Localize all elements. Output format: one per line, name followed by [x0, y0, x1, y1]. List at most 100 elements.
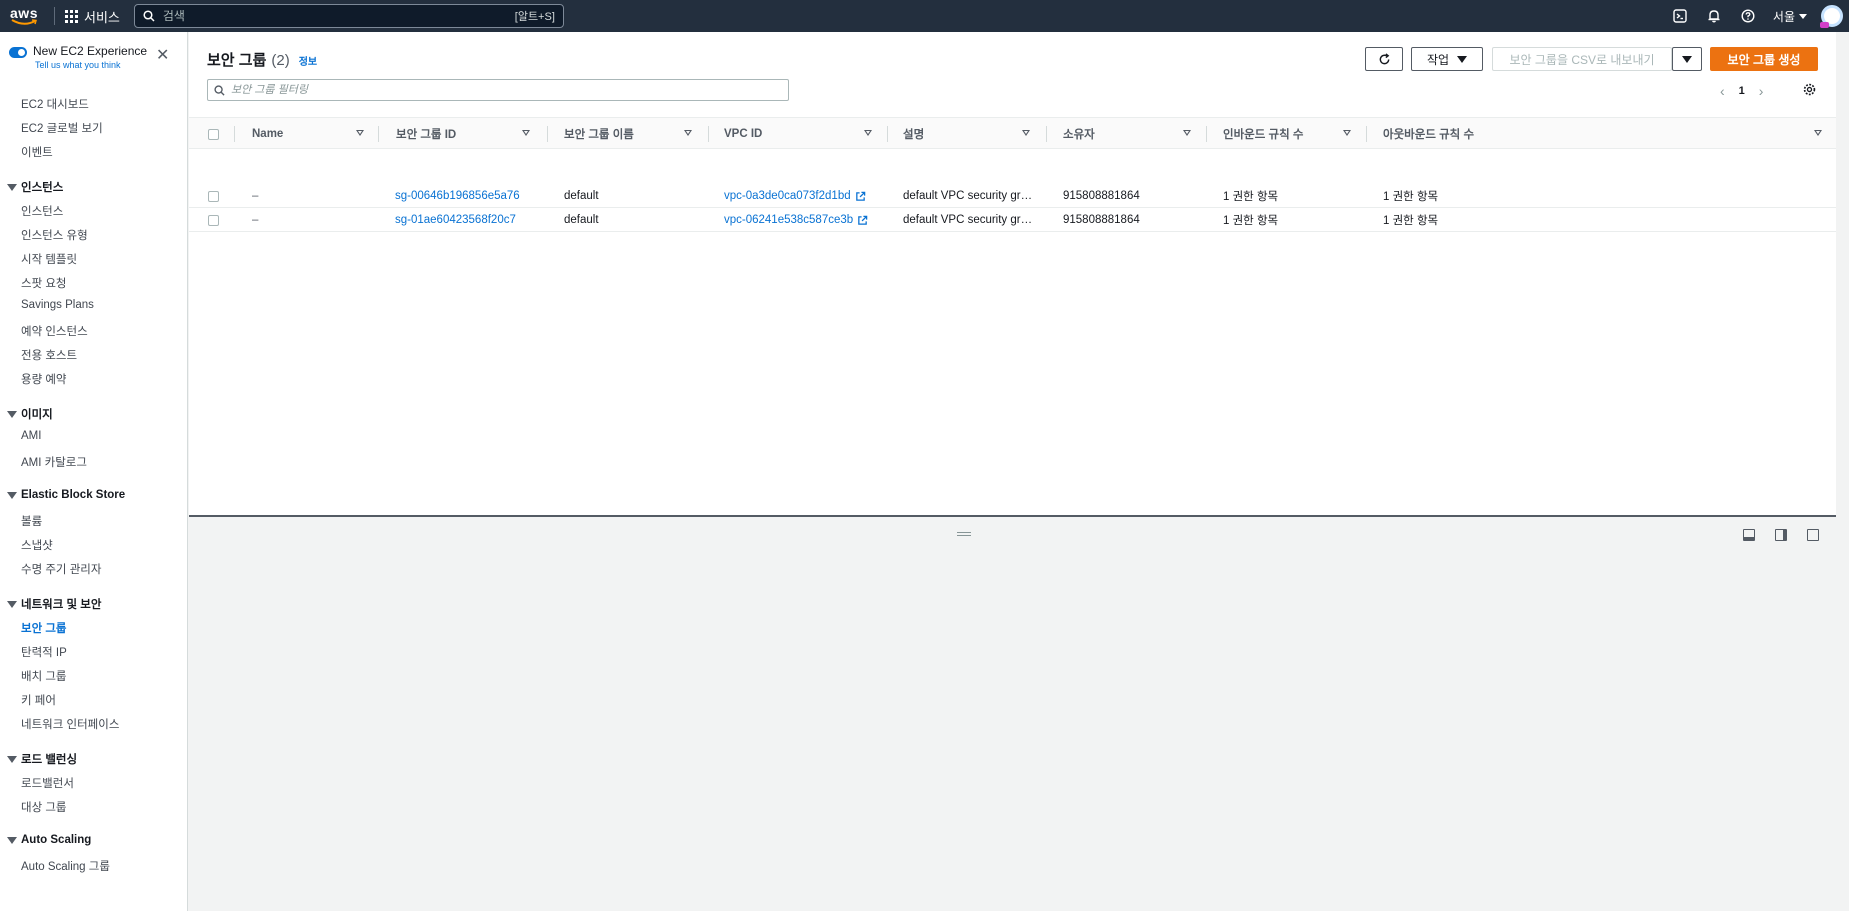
actions-button[interactable]: 작업: [1411, 47, 1483, 71]
split-side-icon[interactable]: [1775, 529, 1787, 541]
sidebar-item-volumes[interactable]: 볼륨: [21, 513, 42, 529]
feedback-link[interactable]: Tell us what you think: [35, 60, 147, 70]
sort-icon[interactable]: [1183, 130, 1191, 136]
column-header-vpc-id[interactable]: VPC ID: [724, 118, 762, 150]
sidebar-item-capacity-reservations[interactable]: 용량 예약: [21, 371, 67, 387]
column-header-name[interactable]: Name: [252, 118, 283, 150]
avatar[interactable]: [1820, 5, 1843, 28]
sidebar-item-load-balancers[interactable]: 로드밸런서: [21, 775, 74, 791]
caret-down-icon: [7, 183, 17, 191]
sidebar-item-savings-plans[interactable]: Savings Plans: [21, 299, 94, 311]
sidebar-item-ec2-dashboard[interactable]: EC2 대시보드: [21, 96, 89, 112]
cell-vpc-id-link[interactable]: vpc-0a3de0ca073f2d1bd: [724, 184, 866, 208]
sidebar-item-lifecycle-manager[interactable]: 수명 주기 관리자: [21, 561, 101, 577]
info-link[interactable]: 정보: [299, 53, 317, 68]
region-selector[interactable]: 서울: [1773, 8, 1807, 25]
split-bottom-icon[interactable]: [1743, 529, 1755, 541]
cell-sg-id-link[interactable]: sg-01ae60423568f20c7: [395, 208, 516, 232]
table-row[interactable]: – sg-00646b196856e5a76 default vpc-0a3de…: [189, 184, 1836, 208]
create-security-group-label: 보안 그룹 생성: [1727, 52, 1801, 67]
caret-down-icon: [7, 410, 17, 418]
sidebar-section-ebs[interactable]: Elastic Block Store: [7, 489, 125, 501]
sort-icon[interactable]: [684, 130, 692, 136]
sidebar-item-events[interactable]: 이벤트: [21, 144, 53, 160]
sidebar-item-dedicated-hosts[interactable]: 전용 호스트: [21, 347, 77, 363]
column-divider: [378, 126, 379, 142]
sort-icon[interactable]: [356, 130, 364, 136]
refresh-button[interactable]: [1365, 47, 1403, 71]
sidebar-section-images[interactable]: 이미지: [7, 406, 53, 422]
sidebar-item-target-groups[interactable]: 대상 그룹: [21, 799, 67, 815]
close-icon[interactable]: ✕: [156, 48, 169, 64]
cell-sg-id-link[interactable]: sg-00646b196856e5a76: [395, 184, 520, 208]
select-all-checkbox[interactable]: [208, 118, 219, 150]
sidebar-item-ec2-global-view[interactable]: EC2 글로벌 보기: [21, 120, 103, 136]
export-csv-button[interactable]: 보안 그룹을 CSV로 내보내기: [1492, 47, 1672, 71]
sidebar-item-elastic-ips[interactable]: 탄력적 IP: [21, 644, 67, 660]
column-divider: [234, 126, 235, 142]
help-icon[interactable]: [1731, 0, 1765, 32]
column-header-sg-name[interactable]: 보안 그룹 이름: [564, 118, 634, 150]
filter-box[interactable]: [207, 79, 789, 101]
global-search[interactable]: [알트+S]: [133, 4, 564, 28]
toggle-switch[interactable]: [9, 47, 27, 58]
column-header-sg-id[interactable]: 보안 그룹 ID: [396, 118, 456, 150]
sort-icon[interactable]: [1343, 130, 1351, 136]
export-csv-label: 보안 그룹을 CSV로 내보내기: [1509, 52, 1655, 67]
sort-icon[interactable]: [864, 130, 872, 136]
sort-icon[interactable]: [522, 130, 530, 136]
split-none-icon[interactable]: [1807, 529, 1819, 541]
sidebar-item-ami-catalog[interactable]: AMI 카탈로그: [21, 454, 87, 470]
sidebar-item-spot-requests[interactable]: 스팟 요청: [21, 275, 67, 291]
sidebar-item-launch-templates[interactable]: 시작 템플릿: [21, 251, 77, 267]
section-title: Elastic Block Store: [21, 489, 126, 501]
sidebar-item-instance-types[interactable]: 인스턴스 유형: [21, 227, 88, 243]
services-menu-button[interactable]: 서비스: [65, 7, 120, 26]
search-input[interactable]: [162, 9, 515, 23]
section-title: Auto Scaling: [21, 834, 92, 846]
cloudshell-icon[interactable]: [1663, 0, 1697, 32]
topbar-right-actions: 서울: [1663, 0, 1849, 32]
sidebar-item-ami[interactable]: AMI: [21, 430, 41, 442]
sidebar-item-network-interfaces[interactable]: 네트워크 인터페이스: [21, 716, 119, 732]
row-checkbox[interactable]: [208, 184, 219, 208]
section-title: 네트워크 및 보안: [21, 599, 102, 611]
sidebar-section-auto-scaling[interactable]: Auto Scaling: [7, 834, 91, 846]
sidebar-item-security-groups[interactable]: 보안 그룹: [21, 620, 67, 636]
column-header-outbound-rules[interactable]: 아웃바운드 규칙 수: [1383, 118, 1474, 150]
chevron-left-icon[interactable]: ‹: [1720, 83, 1725, 99]
sidebar-item-reserved-instances[interactable]: 예약 인스턴스: [21, 323, 88, 339]
sidebar-section-instances[interactable]: 인스턴스: [7, 179, 63, 195]
bell-icon[interactable]: [1697, 0, 1731, 32]
column-header-owner[interactable]: 소유자: [1063, 118, 1095, 150]
sidebar-section-load-balancing[interactable]: 로드 밸런싱: [7, 751, 77, 767]
gear-icon[interactable]: [1803, 83, 1816, 99]
sort-icon[interactable]: [1814, 130, 1822, 136]
section-title: 로드 밸런싱: [21, 754, 78, 766]
split-pane-handle[interactable]: [957, 532, 971, 536]
sidebar-item-auto-scaling-groups[interactable]: Auto Scaling 그룹: [21, 858, 110, 874]
table-row[interactable]: – sg-01ae60423568f20c7 default vpc-06241…: [189, 208, 1836, 232]
sidebar-item-placement-groups[interactable]: 배치 그룹: [21, 668, 67, 684]
filter-input[interactable]: [231, 84, 782, 96]
sidebar-item-instances[interactable]: 인스턴스: [21, 203, 63, 219]
sidebar-item-snapshots[interactable]: 스냅샷: [21, 537, 53, 553]
row-checkbox[interactable]: [208, 208, 219, 232]
new-experience-toggle[interactable]: New EC2 Experience Tell us what you thin…: [9, 44, 147, 70]
export-dropdown-button[interactable]: [1672, 47, 1702, 71]
caret-down-icon: [7, 491, 17, 499]
chevron-right-icon[interactable]: ›: [1759, 83, 1764, 99]
cell-vpc-id-link[interactable]: vpc-06241e538c587ce3b: [724, 208, 868, 232]
sidebar-section-network-security[interactable]: 네트워크 및 보안: [7, 596, 101, 612]
sidebar-item-key-pairs[interactable]: 키 페어: [21, 692, 56, 708]
grid-icon: [65, 9, 78, 23]
sort-icon[interactable]: [1022, 130, 1030, 136]
column-header-description[interactable]: 설명: [903, 118, 924, 150]
column-header-inbound-rules[interactable]: 인바운드 규칙 수: [1223, 118, 1303, 150]
cell-name: –: [252, 214, 259, 226]
cell-outbound-rules: 1 권한 항목: [1383, 191, 1439, 203]
create-security-group-button[interactable]: 보안 그룹 생성: [1710, 47, 1818, 71]
aws-logo[interactable]: aws: [8, 6, 40, 26]
table-header: Name 보안 그룹 ID 보안 그룹 이름 VPC ID 설명 소유자 인바운…: [189, 117, 1836, 149]
page-number[interactable]: 1: [1739, 85, 1745, 97]
